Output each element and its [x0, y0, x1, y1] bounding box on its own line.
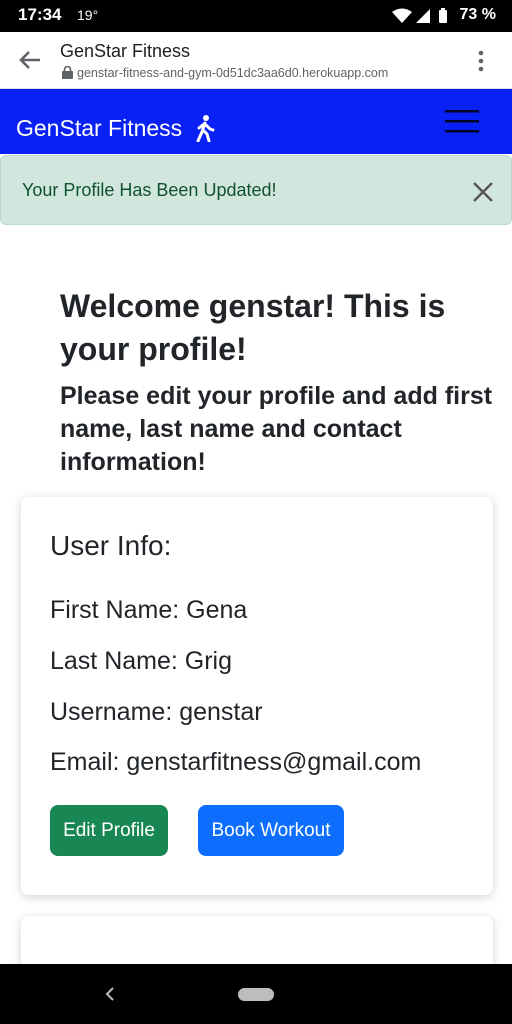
system-back-icon[interactable]	[104, 986, 116, 1002]
user-info-card: User Info: First Name: Gena Last Name: G…	[21, 497, 493, 895]
welcome-subheading: Please edit your profile and add first n…	[60, 382, 493, 476]
battery-icon	[439, 10, 447, 23]
walking-person-icon	[196, 115, 215, 142]
lock-icon	[62, 66, 73, 79]
book-workout-button[interactable]: Book Workout	[198, 805, 344, 856]
back-arrow-icon[interactable]	[18, 50, 42, 70]
site-navbar: GenStar Fitness	[0, 89, 512, 154]
status-time: 17:34	[18, 5, 62, 24]
hamburger-menu-icon[interactable]	[445, 108, 479, 134]
email-line: Email: genstarfitness@gmail.com	[50, 748, 422, 776]
username-line: Username: genstar	[50, 698, 263, 726]
more-options-icon[interactable]	[478, 50, 484, 72]
wifi-icon	[392, 8, 412, 23]
cellular-signal-icon	[416, 9, 430, 23]
browser-page-title: GenStar Fitness	[60, 41, 191, 61]
success-alert: Your Profile Has Been Updated!	[0, 155, 512, 225]
brand-logo-text[interactable]: GenStar Fitness	[16, 115, 182, 142]
edit-profile-button[interactable]: Edit Profile	[50, 805, 168, 856]
status-bar: 17:34 19° 73 %	[0, 0, 512, 32]
browser-toolbar: GenStar Fitness genstar-fitness-and-gym-…	[0, 32, 512, 89]
browser-url[interactable]: genstar-fitness-and-gym-0d51dc3aa6d0.her…	[77, 66, 388, 80]
first-name-line: First Name: Gena	[50, 596, 248, 624]
close-icon[interactable]	[471, 180, 495, 204]
system-home-pill[interactable]	[238, 988, 274, 1001]
battery-percentage: 73 %	[459, 6, 496, 23]
user-info-heading: User Info:	[50, 530, 172, 561]
welcome-heading: Welcome genstar! This is your profile!	[60, 288, 446, 367]
signal-icons	[392, 8, 447, 23]
alert-message: Your Profile Has Been Updated!	[22, 180, 277, 200]
system-navigation-bar	[0, 964, 512, 1024]
status-temperature: 19°	[77, 7, 99, 23]
last-name-line: Last Name: Grig	[50, 647, 233, 675]
